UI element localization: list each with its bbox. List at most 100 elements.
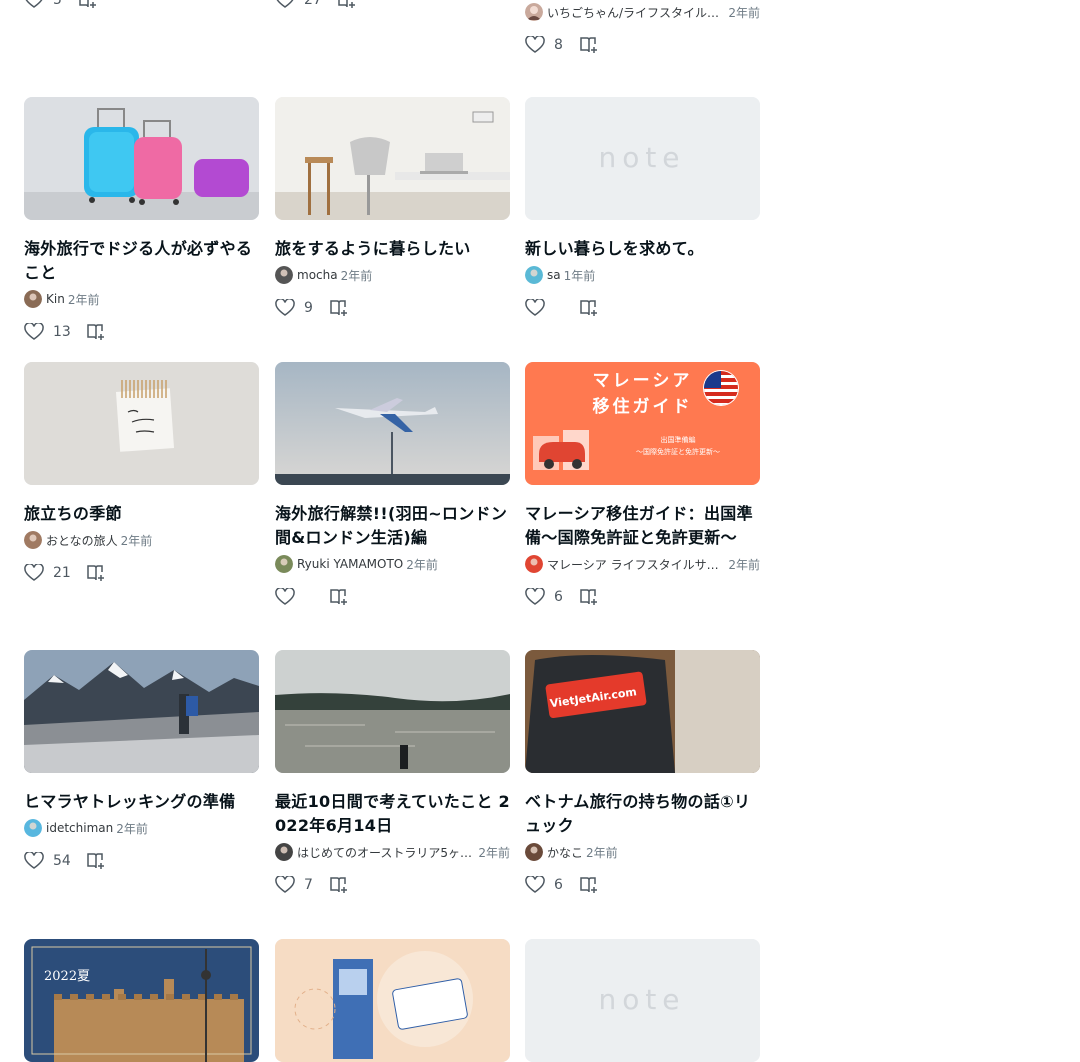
heart-icon[interactable] (275, 0, 295, 9)
article-card[interactable]: 旅をするように暮らしたい mocha 2年前 9 (275, 97, 510, 317)
like-count: 27 (304, 0, 322, 8)
author-name[interactable]: はじめてのオーストラリア5ヶ月のお休み (297, 844, 475, 861)
article-card[interactable]: VietJetAir.com ベトナム旅行の持ち物の話①リュック かなこ 2年前 … (525, 650, 760, 894)
article-thumbnail[interactable]: VietJetAir.com (525, 650, 760, 773)
article-thumbnail[interactable] (275, 97, 510, 220)
banner-sub-1: 出国準備編 (660, 436, 696, 444)
add-to-magazine-icon[interactable] (579, 299, 599, 317)
top-actions-1: 5 (24, 0, 98, 9)
article-card[interactable]: note (525, 939, 760, 1062)
add-to-magazine-icon[interactable] (579, 588, 599, 606)
top-actions-2: 27 (275, 0, 357, 9)
avatar[interactable] (525, 3, 543, 21)
avatar[interactable] (24, 531, 42, 549)
heart-icon[interactable] (525, 36, 545, 54)
author-name[interactable]: Ryuki YAMAMOTO (297, 557, 403, 571)
heart-icon[interactable] (24, 564, 44, 582)
article-thumbnail[interactable] (24, 97, 259, 220)
avatar[interactable] (275, 555, 293, 573)
article-card[interactable]: note 新しい暮らしを求めて。 sa 1年前 (525, 97, 760, 317)
avatar[interactable] (275, 266, 293, 284)
article-title[interactable]: 海外旅行でドジる人が必ずやること (24, 237, 259, 285)
article-thumbnail[interactable] (275, 362, 510, 485)
heart-icon[interactable] (275, 876, 295, 894)
article-card[interactable]: 海外旅行でドジる人が必ずやること Kin 2年前 13 (24, 97, 259, 341)
banner-line-1: マレーシア (592, 371, 693, 391)
article-card[interactable]: ヒマラヤトレッキングの準備 idetchiman 2年前 54 (24, 650, 259, 870)
article-card[interactable]: 旅立ちの季節 おとなの旅人 2年前 21 (24, 362, 259, 582)
avatar[interactable] (525, 266, 543, 284)
article-thumbnail[interactable] (275, 939, 510, 1062)
banner-sub-2: 〜国際免許証と免許更新〜 (636, 448, 720, 456)
heart-icon[interactable] (275, 588, 295, 606)
author-name[interactable]: sa (547, 268, 561, 282)
add-to-magazine-icon[interactable] (86, 323, 106, 341)
add-to-magazine-icon[interactable] (329, 588, 349, 606)
article-thumbnail[interactable]: note (525, 97, 760, 220)
post-date: 2年前 (728, 557, 760, 572)
add-to-magazine-icon[interactable] (78, 0, 98, 9)
like-count: 5 (53, 0, 62, 8)
author-name[interactable]: Kin (46, 292, 65, 306)
article-thumbnail[interactable] (24, 650, 259, 773)
article-thumbnail[interactable]: マレーシア 移住ガイド 出国準備編 〜国際免許証と免許更新〜 (525, 362, 760, 485)
top-card-3-meta: いちごちゃん/ライフスタイルマガジンの編集長 2年前 8 (525, 3, 760, 54)
article-card[interactable]: 2022夏 (24, 939, 259, 1062)
heart-icon[interactable] (525, 876, 545, 894)
article-title[interactable]: 新しい暮らしを求めて。 (525, 237, 760, 261)
post-date: 2年前 (120, 533, 153, 548)
author-name[interactable]: mocha (297, 268, 338, 282)
like-count: 7 (304, 877, 313, 893)
article-title[interactable]: 旅をするように暮らしたい (275, 237, 510, 261)
author-name[interactable]: idetchiman (46, 821, 113, 835)
add-to-magazine-icon[interactable] (329, 299, 349, 317)
heart-icon[interactable] (275, 299, 295, 317)
avatar[interactable] (24, 819, 42, 837)
post-date: 2年前 (406, 557, 438, 572)
heart-icon[interactable] (525, 299, 545, 317)
post-date: 2年前 (340, 268, 373, 283)
article-thumbnail[interactable] (275, 650, 510, 773)
article-title[interactable]: ベトナム旅行の持ち物の話①リュック (525, 790, 760, 838)
avatar[interactable] (24, 290, 42, 308)
like-count: 6 (554, 589, 563, 605)
author-name[interactable]: マレーシア ライフスタイルサポート チャンネル || ... (547, 556, 725, 573)
article-thumbnail[interactable] (24, 362, 259, 485)
post-date: 2年前 (478, 845, 510, 860)
post-date: 2年前 (67, 292, 100, 307)
article-title[interactable]: ヒマラヤトレッキングの準備 (24, 790, 259, 814)
heart-icon[interactable] (525, 588, 545, 606)
article-card[interactable]: マレーシア 移住ガイド 出国準備編 〜国際免許証と免許更新〜マレーシア移住ガイド… (525, 362, 760, 606)
heart-icon[interactable] (24, 323, 44, 341)
post-date: 1年前 (563, 268, 596, 283)
heart-icon[interactable] (24, 0, 44, 9)
article-thumbnail[interactable]: 2022夏 (24, 939, 259, 1062)
add-to-magazine-icon[interactable] (337, 0, 357, 9)
heart-icon[interactable] (24, 852, 44, 870)
add-to-magazine-icon[interactable] (579, 876, 599, 894)
article-title[interactable]: 海外旅行解禁!!(羽田~ロンドン間&ロンドン生活)編 (275, 502, 510, 550)
author-name[interactable]: かなこ (547, 844, 583, 861)
avatar[interactable] (275, 843, 293, 861)
add-to-magazine-icon[interactable] (86, 852, 106, 870)
like-count: 13 (53, 324, 71, 340)
article-card[interactable]: 最近10日間で考えていたこと 2022年6月14日 はじめてのオーストラリア5ヶ… (275, 650, 510, 894)
like-count: 21 (53, 565, 71, 581)
add-to-magazine-icon[interactable] (86, 564, 106, 582)
avatar[interactable] (525, 555, 543, 573)
add-to-magazine-icon[interactable] (579, 36, 599, 54)
like-count: 9 (304, 300, 313, 316)
article-thumbnail[interactable]: note (525, 939, 760, 1062)
thumbnail-label: 2022夏 (44, 969, 91, 984)
article-card[interactable]: 海外旅行解禁!!(羽田~ロンドン間&ロンドン生活)編 Ryuki YAMAMOT… (275, 362, 510, 606)
avatar[interactable] (525, 843, 543, 861)
add-to-magazine-icon[interactable] (329, 876, 349, 894)
note-logo: note (598, 141, 685, 174)
article-title[interactable]: 旅立ちの季節 (24, 502, 259, 526)
post-date: 2年前 (728, 5, 760, 20)
article-title[interactable]: 最近10日間で考えていたこと 2022年6月14日 (275, 790, 510, 838)
author-name[interactable]: おとなの旅人 (46, 532, 118, 549)
author-name[interactable]: いちごちゃん/ライフスタイルマガジンの編集長 (547, 4, 725, 21)
article-card[interactable] (275, 939, 510, 1062)
article-title[interactable]: マレーシア移住ガイド：出国準備〜国際免許証と免許更新〜 (525, 502, 760, 550)
